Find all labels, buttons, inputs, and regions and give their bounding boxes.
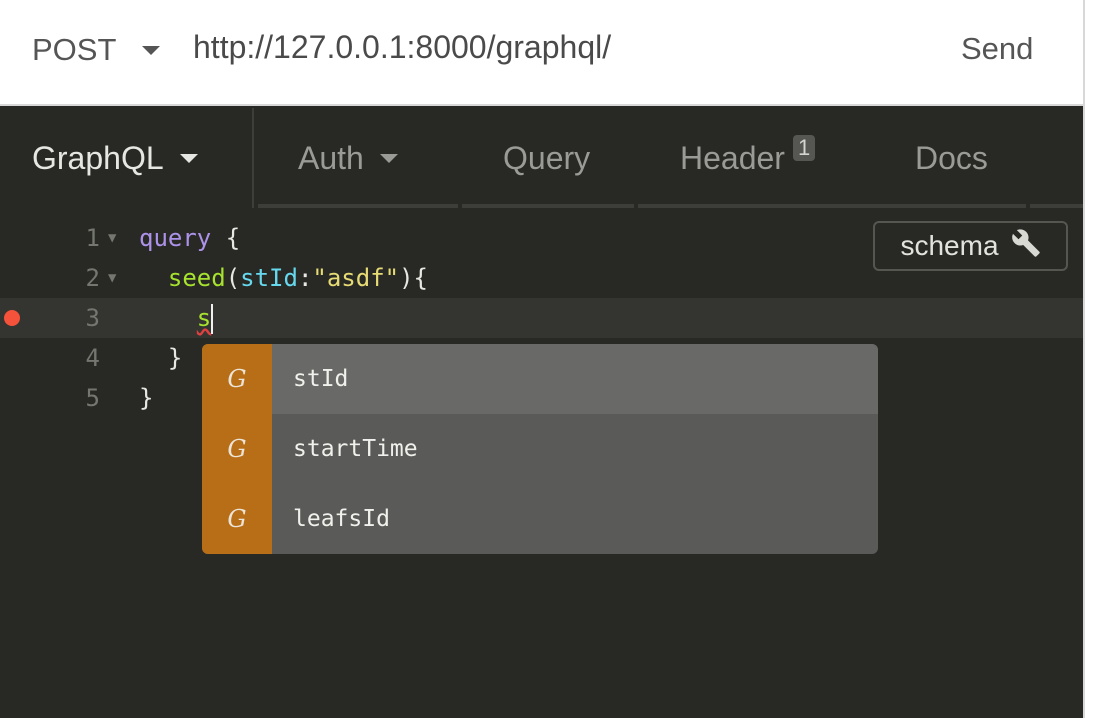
- tab-graphql[interactable]: GraphQL: [32, 108, 198, 208]
- fold-arrow-icon[interactable]: ▼: [108, 218, 116, 258]
- send-button[interactable]: Send: [961, 31, 1033, 67]
- typed-text: s: [196, 304, 212, 332]
- method-dropdown[interactable]: POST: [32, 32, 161, 68]
- tab-query[interactable]: Query: [503, 108, 590, 208]
- tab-query-label: Query: [503, 139, 591, 176]
- autocomplete-label: startTime: [293, 436, 418, 462]
- tab-docs[interactable]: Docs: [915, 108, 988, 208]
- fold-arrow-icon[interactable]: ▼: [108, 258, 116, 298]
- tab-graphql-label: GraphQL: [32, 139, 164, 176]
- line-number: 5: [85, 384, 100, 412]
- code-brace: }: [139, 384, 154, 412]
- chevron-down-icon: [142, 45, 161, 55]
- tab-header-label: Header: [680, 139, 785, 176]
- graphql-type-icon: G: [202, 344, 272, 414]
- autocomplete-item[interactable]: G leafsId: [202, 484, 878, 554]
- line-number: 2: [85, 264, 100, 292]
- tab-docs-label: Docs: [915, 139, 988, 176]
- line-number: 4: [85, 344, 100, 372]
- code-brace: }: [167, 344, 183, 372]
- code-brace: {: [211, 224, 241, 252]
- graphql-type-icon: G: [202, 414, 272, 484]
- query-keyword: query: [139, 224, 212, 252]
- field-name: seed: [167, 264, 226, 292]
- header-count-badge: 1: [792, 135, 816, 161]
- line-number: 1: [85, 224, 100, 252]
- schema-button[interactable]: schema: [873, 221, 1068, 271]
- method-label: POST: [32, 32, 117, 67]
- autocomplete-label: stId: [293, 366, 349, 392]
- tab-header[interactable]: Header 1: [680, 108, 816, 208]
- code-paren: ){: [399, 264, 429, 292]
- autocomplete-item[interactable]: G stId: [202, 344, 878, 414]
- code-paren: (: [225, 264, 241, 292]
- autocomplete-item[interactable]: G startTime: [202, 414, 878, 484]
- schema-label: schema: [900, 230, 999, 261]
- tab-auth[interactable]: Auth: [298, 108, 398, 208]
- tab-divider: [252, 108, 254, 208]
- request-bar: POST http://127.0.0.1:8000/graphql/ Send: [0, 0, 1083, 106]
- editor-line-active: 3 s: [0, 298, 1083, 338]
- graphql-type-icon: G: [202, 484, 272, 554]
- tab-bar: GraphQL Auth Query Header 1 Docs: [0, 108, 1083, 208]
- text-cursor: [211, 304, 214, 334]
- tab-auth-label: Auth: [298, 139, 364, 176]
- pane-divider: [1083, 0, 1097, 718]
- chevron-down-icon: [379, 153, 398, 163]
- wrench-icon: [1011, 228, 1041, 265]
- string-value: "asdf": [312, 264, 400, 292]
- chevron-down-icon: [179, 153, 198, 163]
- url-input[interactable]: http://127.0.0.1:8000/graphql/: [193, 29, 611, 66]
- autocomplete-label: leafsId: [293, 506, 390, 532]
- code-colon: :: [297, 264, 313, 292]
- line-number: 3: [85, 304, 100, 332]
- argument-name: stId: [240, 264, 298, 292]
- autocomplete-dropdown: G stId G startTime G leafsId: [202, 344, 878, 554]
